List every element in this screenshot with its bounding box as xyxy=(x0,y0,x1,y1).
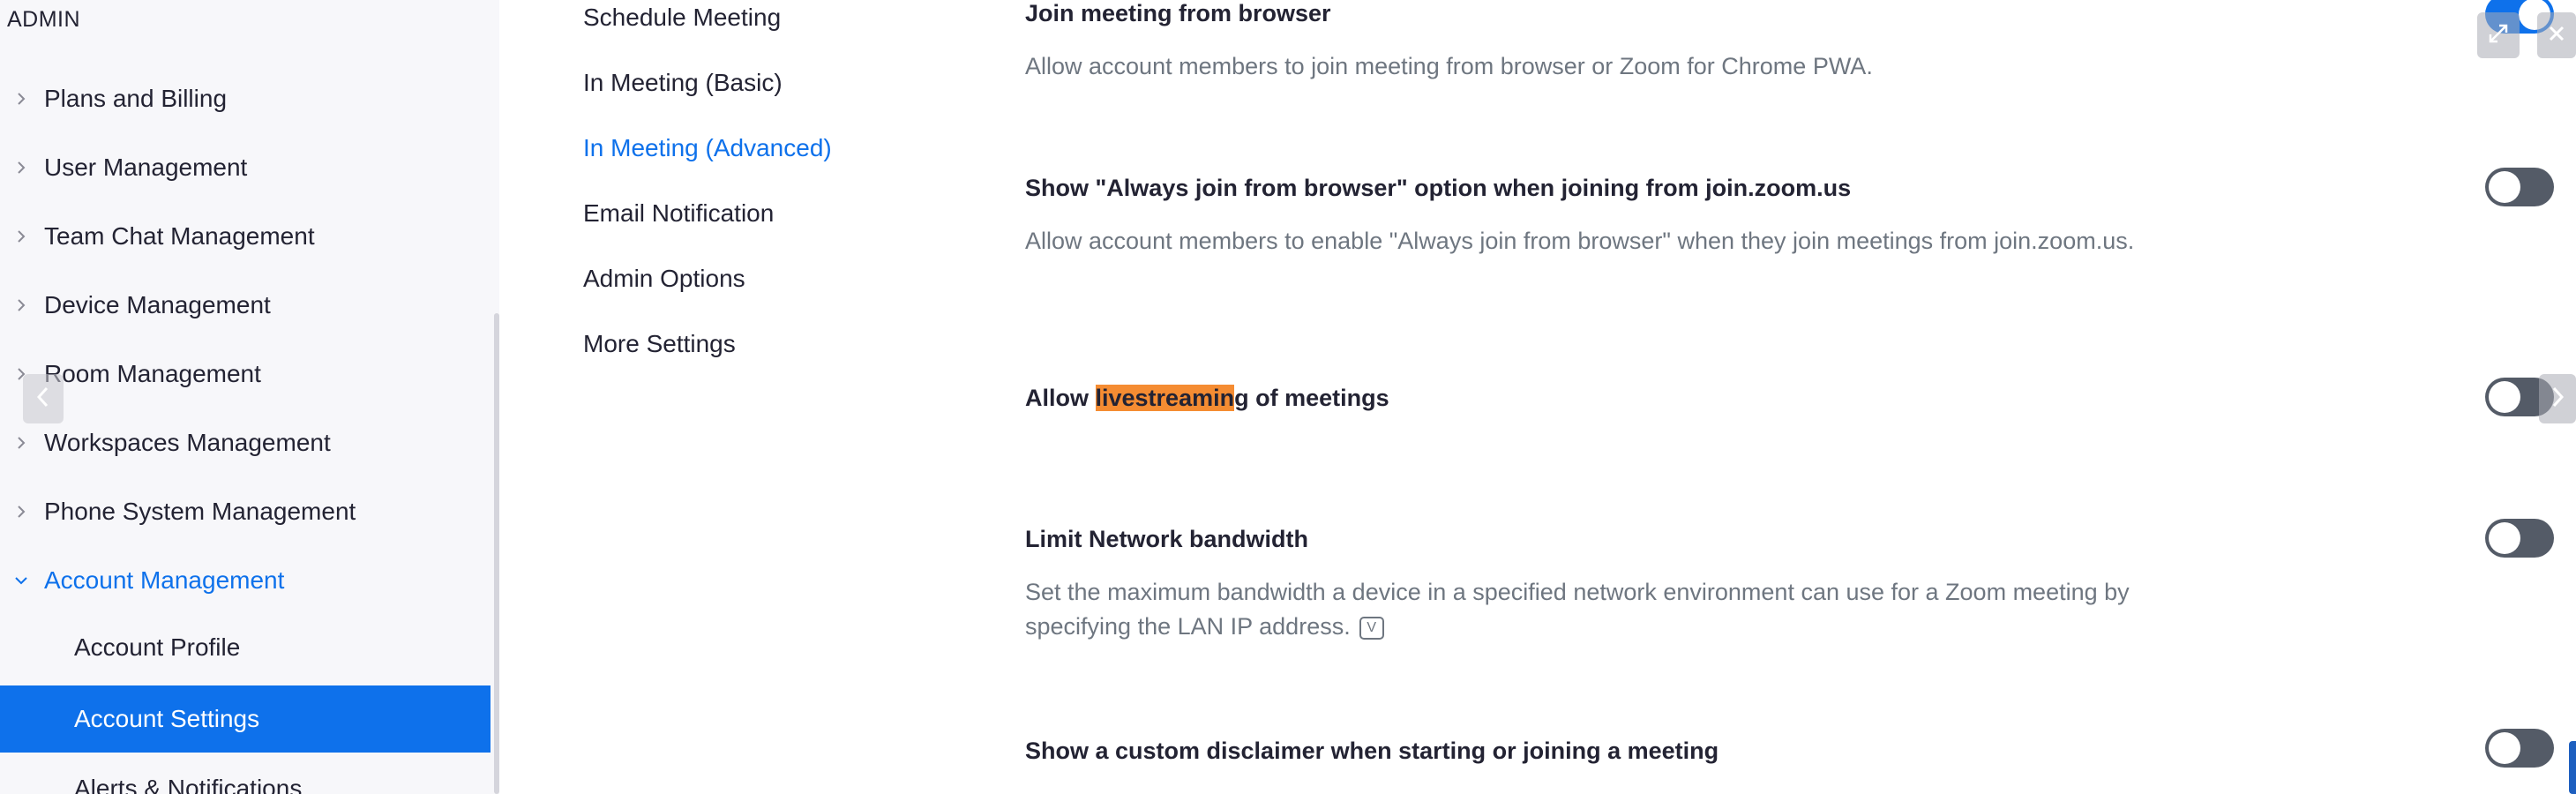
chevron-right-icon xyxy=(12,159,30,176)
admin-section-label: ADMIN xyxy=(7,7,81,32)
sidebar-subitem-alerts-notifications[interactable]: Alerts & Notifications xyxy=(0,755,490,794)
sidebar-item-label: Plans and Billing xyxy=(44,85,228,112)
chevron-down-icon xyxy=(12,572,30,589)
setting-description: Set the maximum bandwidth a device in a … xyxy=(1025,575,2225,644)
setting-description: Allow account members to enable "Always … xyxy=(1025,228,2135,254)
subnav-more-settings[interactable]: More Settings xyxy=(583,330,736,358)
sidebar-scrollbar[interactable] xyxy=(494,313,499,794)
sidebar-item-label: User Management xyxy=(44,154,248,181)
chevron-right-icon xyxy=(12,296,30,314)
sidebar-subitem-account-profile[interactable]: Account Profile xyxy=(0,614,490,681)
feedback-tab[interactable] xyxy=(2569,741,2576,794)
search-highlight: livestreamin xyxy=(1095,385,1235,411)
setting-title-prefix: Allow xyxy=(1025,385,1096,411)
toggle-custom-disclaimer[interactable] xyxy=(2485,729,2554,768)
sidebar-item-workspaces-management[interactable]: Workspaces Management xyxy=(0,416,499,469)
expand-button[interactable] xyxy=(2477,12,2520,58)
subnav-schedule-meeting[interactable]: Schedule Meeting xyxy=(583,4,781,32)
close-icon xyxy=(2547,24,2566,48)
chevron-right-icon xyxy=(12,90,30,108)
sidebar-item-label: Workspaces Management xyxy=(44,429,331,456)
expand-icon xyxy=(2487,22,2510,49)
sidebar-item-account-management[interactable]: Account Management xyxy=(0,554,499,607)
toggle-limit-network-bandwidth[interactable] xyxy=(2485,519,2554,558)
subnav-email-notification[interactable]: Email Notification xyxy=(583,199,774,228)
setting-title: Show a custom disclaimer when starting o… xyxy=(1025,738,1719,764)
chevron-right-icon xyxy=(2550,386,2565,413)
sidebar-item-device-management[interactable]: Device Management xyxy=(0,279,499,332)
subnav-in-meeting-basic[interactable]: In Meeting (Basic) xyxy=(583,69,783,97)
sidebar-subitem-label: Account Profile xyxy=(74,633,241,661)
subnav-in-meeting-advanced[interactable]: In Meeting (Advanced) xyxy=(583,134,832,162)
chevron-right-icon xyxy=(12,434,30,452)
setting-title: Limit Network bandwidth xyxy=(1025,526,1308,552)
close-button[interactable] xyxy=(2537,12,2576,58)
sidebar-item-label: Room Management xyxy=(44,360,261,387)
sidebar-item-label: Device Management xyxy=(44,291,271,318)
sidebar-subitem-label: Account Settings xyxy=(74,705,260,732)
carousel-next-button[interactable] xyxy=(2539,374,2576,423)
chevron-right-icon xyxy=(12,503,30,521)
admin-sidebar: ADMIN Plans and Billing User Management … xyxy=(0,0,499,794)
sidebar-item-phone-system-management[interactable]: Phone System Management xyxy=(0,485,499,538)
info-icon[interactable]: V xyxy=(1359,616,1384,640)
subnav-admin-options[interactable]: Admin Options xyxy=(583,265,745,293)
toggle-knob xyxy=(2489,522,2520,554)
sidebar-subitem-label: Alerts & Notifications xyxy=(74,775,303,794)
setting-description-text: Set the maximum bandwidth a device in a … xyxy=(1025,579,2130,640)
sidebar-item-team-chat-management[interactable]: Team Chat Management xyxy=(0,210,499,263)
setting-title-suffix: g of meetings xyxy=(1234,385,1389,411)
chevron-right-icon xyxy=(12,228,30,245)
sidebar-subitem-account-settings[interactable]: Account Settings xyxy=(0,685,490,753)
setting-title: Join meeting from browser xyxy=(1025,0,1331,26)
setting-title: Show "Always join from browser" option w… xyxy=(1025,175,1852,201)
sidebar-item-user-management[interactable]: User Management xyxy=(0,141,499,194)
toggle-knob xyxy=(2489,732,2520,764)
sidebar-item-plans-and-billing[interactable]: Plans and Billing xyxy=(0,72,499,125)
sidebar-item-label: Team Chat Management xyxy=(44,222,315,250)
sidebar-item-label: Account Management xyxy=(44,566,285,594)
toggle-knob xyxy=(2489,381,2520,413)
setting-title: Allow livestreaming of meetings xyxy=(1025,385,1389,412)
setting-description: Allow account members to join meeting fr… xyxy=(1025,53,1873,79)
sidebar-item-room-management[interactable]: Room Management xyxy=(0,348,499,401)
sidebar-item-label: Phone System Management xyxy=(44,498,356,525)
chevron-left-icon xyxy=(35,386,51,413)
toggle-always-join-from-browser[interactable] xyxy=(2485,168,2554,206)
carousel-prev-button[interactable] xyxy=(23,374,64,423)
toggle-knob xyxy=(2489,171,2520,203)
